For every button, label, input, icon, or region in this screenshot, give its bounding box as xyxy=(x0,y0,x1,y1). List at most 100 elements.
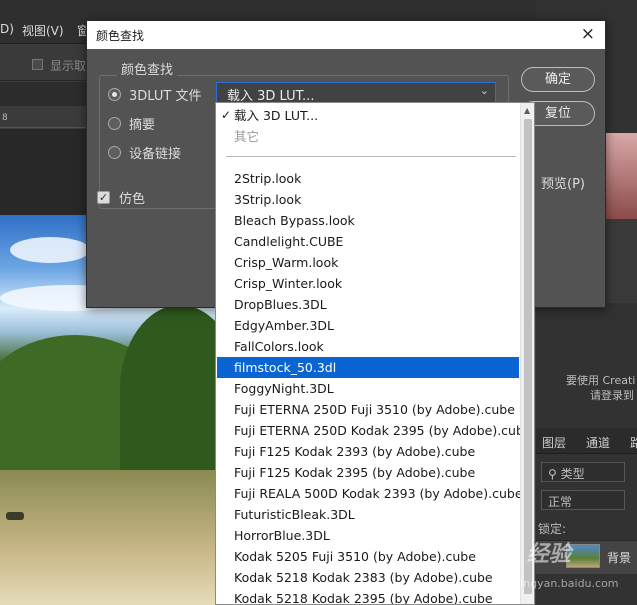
show-checkbox[interactable] xyxy=(32,59,43,70)
dropdown-item-label: Kodak 5205 Fuji 3510 (by Adobe).cube xyxy=(234,549,476,564)
layer-filter-select[interactable]: ⚲ 类型 xyxy=(541,462,625,482)
dropdown-item-label: Kodak 5218 Kodak 2395 (by Adobe).cube xyxy=(234,591,493,605)
dropdown-item-label: Candlelight.CUBE xyxy=(234,234,344,249)
dropdown-item-label: FallColors.look xyxy=(234,339,324,354)
baidu-watermark-logo: Bai 经验 xyxy=(480,542,571,567)
radio-3dlut-file[interactable]: 3DLUT 文件 xyxy=(108,85,201,104)
checkmark-icon: ✓ xyxy=(221,108,232,122)
dropdown-item-label: EdgyAmber.3DL xyxy=(234,318,335,333)
dither-label: 仿色 xyxy=(119,192,146,207)
radio-checked-icon[interactable] xyxy=(108,88,121,101)
radio-unchecked-icon[interactable] xyxy=(108,146,121,159)
group-legend: 颜色查找 xyxy=(117,59,178,78)
dropdown-item[interactable]: filmstock_50.3dl xyxy=(217,357,519,378)
dropdown-item[interactable]: Fuji F125 Kodak 2393 (by Adobe).cube xyxy=(217,441,519,462)
dropdown-separator xyxy=(226,156,516,157)
dropdown-item-load-lut[interactable]: ✓ 载入 3D LUT... xyxy=(217,105,519,126)
checkbox-checked-icon[interactable]: ✓ xyxy=(97,191,110,204)
dropdown-item[interactable]: Fuji ETERNA 250D Fuji 3510 (by Adobe).cu… xyxy=(217,399,519,420)
dropdown-item-label: Fuji F125 Kodak 2393 (by Adobe).cube xyxy=(234,444,476,459)
libraries-hint: 要使用 Creati xyxy=(566,374,636,387)
scrollbar-thumb[interactable] xyxy=(524,119,532,594)
dropdown-item[interactable]: Bleach Bypass.look xyxy=(217,210,519,231)
show-checkbox-label: 显示取 xyxy=(50,59,87,73)
radio-abstract-label: 摘要 xyxy=(129,118,156,133)
layers-panel-tabs: 图层 通道 路 xyxy=(536,428,637,454)
photo-hill xyxy=(120,305,218,475)
photo-boat xyxy=(6,512,24,520)
photo-river xyxy=(0,470,218,605)
dropdown-scrollbar[interactable]: ▲ xyxy=(520,103,534,604)
dropdown-item-label: HorrorBlue.3DL xyxy=(234,528,330,543)
lut-dropdown-list[interactable]: ✓ 载入 3D LUT... 其它 2Strip.look 3Strip.look… xyxy=(215,102,535,605)
radio-unchecked-icon[interactable] xyxy=(108,117,121,130)
dropdown-item-label: filmstock_50.3dl xyxy=(234,360,337,375)
dropdown-item-label: FuturisticBleak.3DL xyxy=(234,507,355,522)
dropdown-item-label: FoggyNight.3DL xyxy=(234,381,334,396)
tab-paths[interactable]: 路 xyxy=(630,434,637,451)
dropdown-item-label: Crisp_Winter.look xyxy=(234,276,343,291)
dither-checkbox-row[interactable]: ✓ 仿色 xyxy=(97,188,145,207)
dropdown-item[interactable]: HorrorBlue.3DL xyxy=(217,525,519,546)
dropdown-item-label: 其它 xyxy=(234,129,260,144)
libraries-hint-2: 请登录到 xyxy=(590,389,634,402)
dialog-title: 颜色查找 xyxy=(96,29,145,43)
lut-file-select[interactable]: 载入 3D LUT... ⌄ xyxy=(216,82,496,104)
chevron-down-icon: ⌄ xyxy=(479,84,489,97)
color-picker-swatch[interactable] xyxy=(604,133,637,219)
document-tab-strip[interactable] xyxy=(0,82,90,106)
dropdown-item[interactable]: Kodak 5205 Fuji 3510 (by Adobe).cube xyxy=(217,546,519,567)
lock-label: 锁定: xyxy=(538,522,567,536)
radio-3dlut-label: 3DLUT 文件 xyxy=(129,89,202,104)
tab-layers[interactable]: 图层 xyxy=(542,434,566,451)
dropdown-item-other: 其它 xyxy=(217,126,519,147)
dropdown-item[interactable]: Kodak 5218 Kodak 2383 (by Adobe).cube xyxy=(217,567,519,588)
ok-button[interactable]: 确定 xyxy=(521,67,595,92)
dropdown-item-label: 3Strip.look xyxy=(234,192,302,207)
baidu-watermark-url: jingyan.baidu.com xyxy=(517,577,619,590)
dropdown-item-label: Fuji ETERNA 250D Kodak 2395 (by Adobe).c… xyxy=(234,423,532,438)
dropdown-item[interactable]: FallColors.look xyxy=(217,336,519,357)
dropdown-item[interactable]: FoggyNight.3DL xyxy=(217,378,519,399)
scroll-up-arrow-icon[interactable]: ▲ xyxy=(524,106,530,115)
ruler-tick-label: 8 xyxy=(2,113,8,123)
radio-device-link[interactable]: 设备链接 xyxy=(108,143,181,162)
dropdown-item-label: Fuji REALA 500D Kodak 2393 (by Adobe).cu… xyxy=(234,486,523,501)
dropdown-item[interactable]: Fuji F125 Kodak 2395 (by Adobe).cube xyxy=(217,462,519,483)
dialog-titlebar[interactable]: 颜色查找 × xyxy=(87,21,605,49)
radio-device-link-label: 设备链接 xyxy=(129,147,182,162)
dropdown-item-label: Bleach Bypass.look xyxy=(234,213,355,228)
layer-name: 背景 xyxy=(607,551,632,565)
dropdown-item[interactable]: Candlelight.CUBE xyxy=(217,231,519,252)
dropdown-item-label: DropBlues.3DL xyxy=(234,297,327,312)
dropdown-item-label: Fuji F125 Kodak 2395 (by Adobe).cube xyxy=(234,465,476,480)
dropdown-item-label: Fuji ETERNA 250D Fuji 3510 (by Adobe).cu… xyxy=(234,402,515,417)
tab-channels[interactable]: 通道 xyxy=(586,434,610,451)
dropdown-item[interactable]: Crisp_Warm.look xyxy=(217,252,519,273)
dropdown-item[interactable]: DropBlues.3DL xyxy=(217,294,519,315)
dropdown-item[interactable]: 2Strip.look xyxy=(217,168,519,189)
layer-thumbnail xyxy=(566,544,600,568)
dropdown-item[interactable]: 3Strip.look xyxy=(217,189,519,210)
dropdown-item-label: Crisp_Warm.look xyxy=(234,255,339,270)
dropdown-item[interactable]: Crisp_Winter.look xyxy=(217,273,519,294)
blend-mode-select[interactable]: 正常 xyxy=(541,490,625,510)
layer-filter-label: 类型 xyxy=(560,467,585,481)
preview-checkbox-label[interactable]: 预览(P) xyxy=(541,173,585,192)
radio-abstract[interactable]: 摘要 xyxy=(108,114,155,133)
close-icon[interactable]: × xyxy=(581,24,595,44)
menu-item-view[interactable]: 视图(V) xyxy=(22,22,64,39)
dropdown-item[interactable]: Fuji REALA 500D Kodak 2393 (by Adobe).cu… xyxy=(217,483,523,504)
dropdown-item[interactable]: EdgyAmber.3DL xyxy=(217,315,519,336)
horizontal-ruler: 8 xyxy=(0,110,90,128)
dropdown-item[interactable]: FuturisticBleak.3DL xyxy=(217,504,519,525)
search-icon: ⚲ xyxy=(548,467,557,481)
dropdown-item-label: Kodak 5218 Kodak 2383 (by Adobe).cube xyxy=(234,570,493,585)
canvas-pasteboard xyxy=(0,129,90,215)
dropdown-item[interactable]: Kodak 5218 Kodak 2395 (by Adobe).cube xyxy=(217,588,519,605)
dropdown-item[interactable]: Fuji ETERNA 250D Kodak 2395 (by Adobe).c… xyxy=(217,420,532,441)
menu-item-partial[interactable]: D) xyxy=(0,22,14,36)
dropdown-item-label: 载入 3D LUT... xyxy=(234,108,319,123)
photo-cloud xyxy=(10,237,90,263)
dropdown-item-label: 2Strip.look xyxy=(234,171,302,186)
